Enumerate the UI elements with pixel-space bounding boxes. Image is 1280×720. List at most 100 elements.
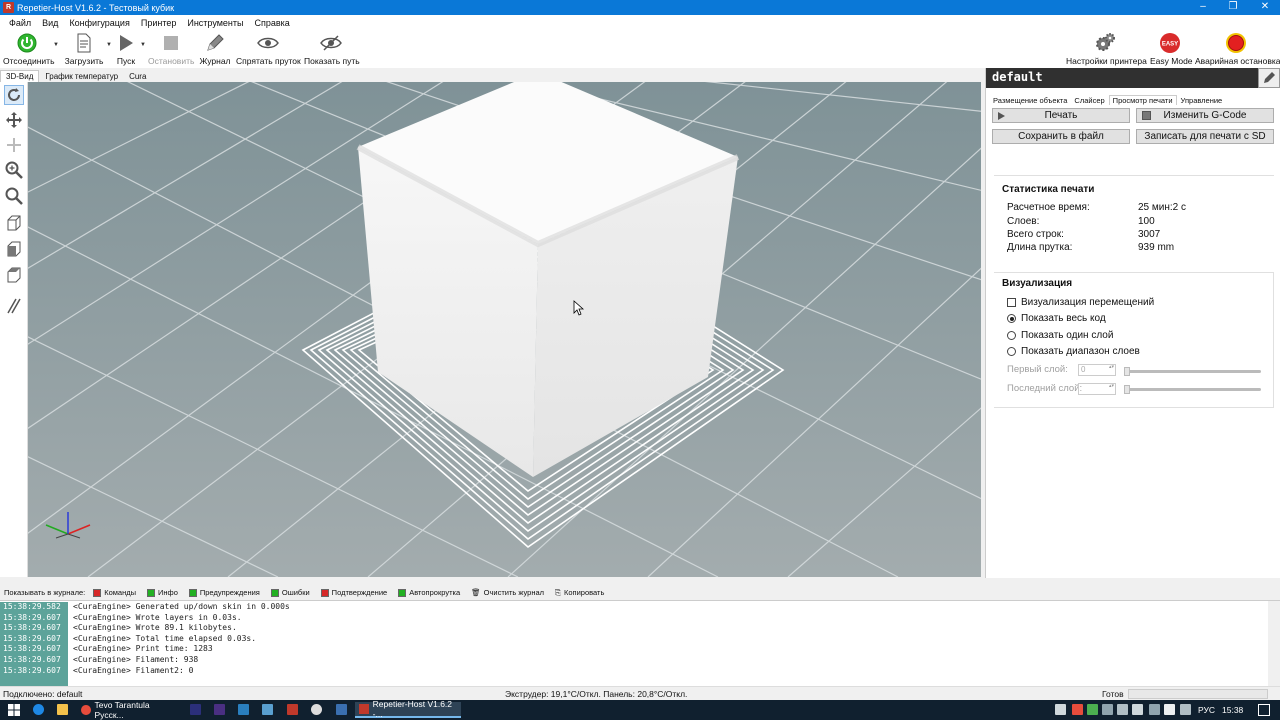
log-button[interactable]: Журнал [199,32,231,66]
radio-show-all[interactable]: Показать весь код [1007,313,1106,324]
tray-icon[interactable] [1132,704,1143,715]
tab-print-preview[interactable]: Просмотр печати [1108,95,1177,105]
close-button[interactable]: ✕ [1250,0,1280,15]
rotate-icon[interactable] [4,85,24,105]
radio-single-layer[interactable]: Показать один слой [1007,330,1113,341]
app-icon[interactable] [336,704,347,715]
menu-help[interactable]: Справка [254,18,289,28]
input-language[interactable]: РУС [1198,705,1215,715]
filter-warnings-toggle[interactable]: Предупреждения [188,588,260,597]
tray-icon[interactable] [1055,704,1066,715]
first-layer-slider[interactable] [1124,367,1261,376]
log-line: 15:38:29.607 <CuraEngine> Wrote 89.1 kilo… [0,623,237,634]
tray-icon[interactable] [1072,704,1083,715]
first-layer-spinner[interactable]: 0 [1078,364,1116,376]
print-button[interactable]: Печать [992,108,1130,123]
network-icon[interactable] [1117,704,1128,715]
profile-name: default [992,70,1043,84]
clock[interactable]: 15:38 [1222,705,1243,715]
top-view-icon[interactable] [4,265,24,285]
menu-config[interactable]: Конфигурация [69,18,129,28]
iso-view-icon[interactable] [4,213,24,233]
parallel-projection-icon[interactable] [4,296,24,316]
tray-icon[interactable] [1087,704,1098,715]
tray-icon[interactable] [1149,704,1160,715]
minimize-button[interactable]: – [1188,0,1218,15]
tray-icon[interactable] [1180,704,1191,715]
filter-info-toggle[interactable]: Инфо [147,588,178,597]
move-icon[interactable] [4,110,24,130]
volume-icon[interactable] [1164,704,1175,715]
load-button[interactable]: Загрузить ▼ [64,32,112,66]
menu-view[interactable]: Вид [42,18,58,28]
filter-acks-toggle[interactable]: Подтверждение [320,588,387,597]
edit-gcode-button[interactable]: Изменить G-Code [1136,108,1274,123]
last-layer-spinner[interactable] [1078,383,1116,395]
move-object-icon[interactable] [4,135,24,155]
toggle-indicator [320,588,329,597]
menu-file[interactable]: Файл [9,18,31,28]
window-title: Repetier-Host V1.6.2 - Тестовый кубик [17,2,175,13]
chevron-down-icon[interactable]: ▼ [106,42,112,48]
task-browser[interactable]: Tevo Tarantula Русск... [77,700,177,720]
tab-temperature-graph[interactable]: График температур [40,71,123,82]
printer-settings-button[interactable]: Настройки принтера [1066,32,1147,66]
3d-viewport[interactable] [28,82,981,577]
emergency-stop-button[interactable]: Аварийная остановка [1195,32,1280,66]
tab-object-placement[interactable]: Размещение объекта [990,96,1070,105]
clear-log-button[interactable]: 🗑 Очистить журнал [471,588,544,597]
edge-icon[interactable] [33,704,44,715]
play-icon [998,112,1005,120]
filter-commands-toggle[interactable]: Команды [93,588,136,597]
log-scrollbar[interactable] [1268,601,1280,687]
show-moves-checkbox[interactable]: Визуализация перемещений [1007,297,1154,308]
toggle-indicator [398,588,407,597]
slider-thumb[interactable] [1124,385,1130,394]
disconnect-button[interactable]: Отсоединить ▼ [3,32,59,66]
app-icon[interactable] [238,704,249,715]
menu-tools[interactable]: Инструменты [187,18,243,28]
filezilla-icon[interactable] [287,704,298,715]
show-path-button[interactable]: Показать путь [304,32,360,66]
folder-icon[interactable] [57,704,68,715]
radio-icon [1007,314,1016,323]
app-icon[interactable] [262,704,273,715]
premiere-icon[interactable] [190,704,201,715]
stop-button[interactable]: Остановить [148,32,194,66]
windows-start-icon[interactable] [8,704,20,716]
chevron-down-icon[interactable]: ▼ [53,42,59,48]
radio-layer-range[interactable]: Показать диапазон слоев [1007,346,1140,357]
copy-log-button[interactable]: ⎘ Копировать [555,588,604,598]
last-layer-slider[interactable] [1124,385,1261,394]
task-repetier[interactable]: Repetier-Host V1.6.2 -... [355,699,461,719]
edit-profile-button[interactable] [1258,68,1280,88]
zoom-fit-icon[interactable] [4,186,24,206]
write-sd-button[interactable]: Записать для печати с SD [1136,129,1274,144]
temperature-status: Экструдер: 19,1°C/Откл. Панель: 20,8°C/О… [505,689,688,699]
menu-printer[interactable]: Принтер [141,18,177,28]
maximize-button[interactable]: ❐ [1218,0,1248,15]
hide-filament-button[interactable]: Спрятать пруток [236,32,301,66]
tab-slicer[interactable]: Слайсер [1071,96,1107,105]
stat-lines-value: 3007 [1138,229,1161,240]
repetier-icon [359,704,369,714]
autoscroll-toggle[interactable]: Автопрокрутка [398,588,460,597]
easy-mode-button[interactable]: EASY Easy Mode [1150,32,1193,66]
tray-icon[interactable] [1102,704,1113,715]
filter-errors-toggle[interactable]: Ошибки [270,588,310,597]
save-file-button[interactable]: Сохранить в файл [992,129,1130,144]
zoom-in-icon[interactable] [4,160,24,180]
notifications-icon[interactable] [1258,704,1270,716]
log-area[interactable]: 15:38:29.582 <CuraEngine> Generated up/do… [0,600,1280,687]
app-icon[interactable] [311,704,322,715]
tab-cura[interactable]: Cura [124,71,151,82]
stat-layers-value: 100 [1138,216,1155,227]
photoshop-icon[interactable] [214,704,225,715]
run-button[interactable]: Пуск ▼ [114,32,146,66]
slider-thumb[interactable] [1124,367,1130,376]
tab-manual-control[interactable]: Управление [1178,96,1226,105]
front-view-icon[interactable] [4,239,24,259]
tab-3d-view[interactable]: 3D-Вид [0,70,40,82]
chevron-down-icon[interactable]: ▼ [140,42,146,48]
trash-icon: 🗑 [471,588,481,597]
